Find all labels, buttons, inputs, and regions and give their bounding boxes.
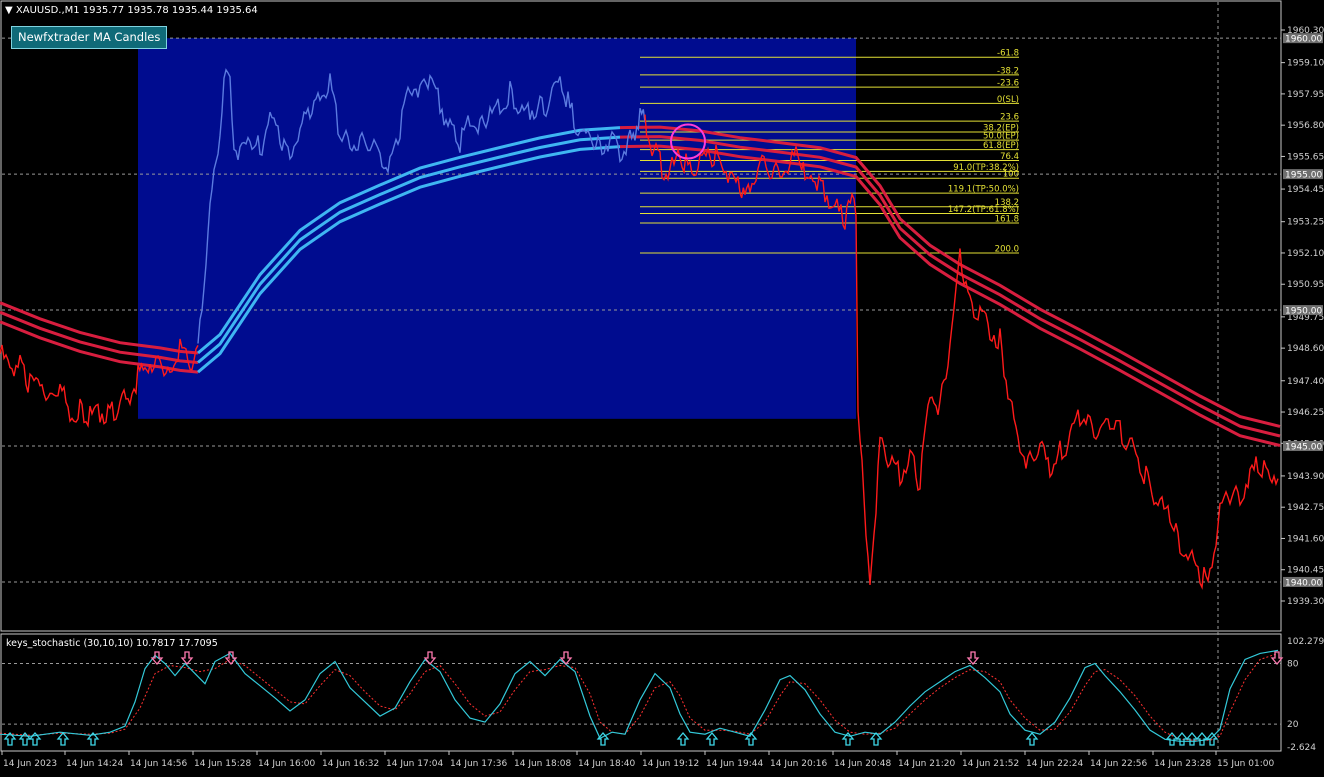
fib-level-label: 100 xyxy=(1003,170,1019,180)
time-axis-label: 14 Jun 19:12 xyxy=(642,759,699,769)
price-axis-label: 1952.10 xyxy=(1287,249,1324,259)
price-marker-label: 1955.00 xyxy=(1285,171,1322,181)
range-box xyxy=(138,38,856,419)
stoch-axis-label: 80 xyxy=(1287,660,1299,670)
price-axis-label: 1953.25 xyxy=(1287,218,1324,228)
stoch-axis-label: 102.2793 xyxy=(1287,637,1324,647)
stoch-sell-arrow xyxy=(180,651,194,666)
time-axis-label: 14 Jun 16:32 xyxy=(322,759,379,769)
time-axis: 14 Jun 2023 14 Jun 14:24 14 Jun 14:56 14 Ju… xyxy=(1,751,1274,769)
price-axis-label: 1948.60 xyxy=(1287,344,1324,354)
stoch-sell-arrow xyxy=(150,651,164,666)
time-axis-label: 14 Jun 20:48 xyxy=(834,759,891,769)
stoch-buy-arrow xyxy=(705,731,719,746)
time-axis-label: 14 Jun 21:52 xyxy=(962,759,1019,769)
price-marker-label: 1940.00 xyxy=(1285,578,1322,588)
price-axis-label: 1943.90 xyxy=(1287,472,1324,482)
fib-level-label: 119.1(TP:50.0%) xyxy=(948,185,1019,195)
time-axis-label: 14 Jun 2023 xyxy=(3,759,57,769)
stoch-buy-arrow xyxy=(56,731,70,746)
stochastic-panel: 102.2793 80 20 -2.624 xyxy=(0,637,1324,753)
stoch-axis-label: 20 xyxy=(1287,720,1299,730)
price-axis-label: 1959.10 xyxy=(1287,59,1324,69)
subwindow-title: keys_stochastic (30,10,10) 10.7817 17.70… xyxy=(6,638,218,649)
price-axis-label: 1942.75 xyxy=(1287,503,1324,513)
price-marker-label: 1950.00 xyxy=(1285,307,1322,317)
price-axis-label: 1956.80 xyxy=(1287,121,1324,131)
chart-menu-icon[interactable]: ▼ xyxy=(5,5,13,16)
fib-level-label: -23.6 xyxy=(997,79,1019,89)
time-axis-label: 14 Jun 15:28 xyxy=(194,759,251,769)
time-axis-label: 14 Jun 20:16 xyxy=(770,759,827,769)
time-axis-label: 14 Jun 18:40 xyxy=(578,759,635,769)
time-axis-label: 14 Jun 14:24 xyxy=(66,759,123,769)
price-marker-label: 1945.00 xyxy=(1285,443,1322,453)
stoch-sell-arrow xyxy=(966,651,980,666)
time-axis-label: 14 Jun 14:56 xyxy=(130,759,187,769)
stoch-axis-label: -2.624 xyxy=(1287,743,1316,753)
fib-level-label: -38.2 xyxy=(997,66,1019,76)
fib-level-label: -61.8 xyxy=(997,49,1019,59)
price-axis-label: 1940.45 xyxy=(1287,566,1324,576)
time-axis-label: 14 Jun 21:20 xyxy=(898,759,955,769)
price-chart[interactable]: -61.8-38.2-23.60(SL)23.638.2(EP)50.0(EP)… xyxy=(0,0,1324,773)
fib-level-label: 0(SL) xyxy=(997,95,1019,105)
chart-header: ▼ XAUUSD.,M1 1935.77 1935.78 1935.44 193… xyxy=(5,5,258,16)
time-axis-label: 14 Jun 17:36 xyxy=(450,759,507,769)
price-axis-label: 1950.95 xyxy=(1287,280,1324,290)
stoch-main-line xyxy=(0,649,1279,742)
stoch-sell-arrow xyxy=(423,651,437,666)
fib-level-label: 50.0(EP) xyxy=(983,132,1019,142)
time-axis-label: 14 Jun 22:24 xyxy=(1026,759,1083,769)
time-axis-label: 14 Jun 18:08 xyxy=(514,759,571,769)
price-axis: 1960.301959.101957.951956.801955.651954.… xyxy=(1281,26,1324,607)
stoch-buy-arrow xyxy=(1185,731,1199,746)
chart-title: XAUUSD.,M1 1935.77 1935.78 1935.44 1935.… xyxy=(15,5,258,16)
time-axis-label: 14 Jun 19:44 xyxy=(706,759,763,769)
fib-level-label: 147.2(TP:61.8%) xyxy=(948,205,1019,215)
fib-level-label: 200.0 xyxy=(995,244,1019,254)
stoch-buy-arrow xyxy=(869,731,883,746)
time-axis-label: 14 Jun 16:00 xyxy=(258,759,315,769)
price-axis-label: 1954.45 xyxy=(1287,185,1324,195)
fib-level-label: 61.8(EP) xyxy=(983,141,1019,151)
fib-level-label: 161.8 xyxy=(995,215,1019,225)
stoch-buy-arrow xyxy=(1175,731,1189,746)
price-axis-label: 1955.65 xyxy=(1287,152,1324,162)
price-axis-label: 1941.60 xyxy=(1287,534,1324,544)
price-marker-label: 1960.00 xyxy=(1285,35,1322,45)
indicator-button[interactable]: Newfxtrader MA Candles xyxy=(11,26,168,49)
fib-level-label: 76.4 xyxy=(1000,152,1019,162)
price-axis-label: 1947.40 xyxy=(1287,377,1324,387)
stoch-buy-arrow xyxy=(676,731,690,746)
sub-plot-frame xyxy=(0,633,1282,752)
price-axis-label: 1946.25 xyxy=(1287,408,1324,418)
stoch-buy-arrow xyxy=(1165,731,1179,746)
price-axis-label: 1939.30 xyxy=(1287,597,1324,607)
time-axis-label: 14 Jun 17:04 xyxy=(386,759,443,769)
time-axis-label: 15 Jun 01:00 xyxy=(1217,759,1274,769)
chart-window[interactable]: -61.8 -38.2 -23.6 0(SL) 23.6 38.2(EP) 50.0(EP)… xyxy=(0,0,1324,773)
stoch-buy-arrow xyxy=(1195,731,1209,746)
stoch-buy-arrow xyxy=(1025,731,1039,746)
price-axis-label: 1957.95 xyxy=(1287,90,1324,100)
fib-level-label: 23.6 xyxy=(1000,113,1019,123)
time-axis-label: 14 Jun 23:28 xyxy=(1154,759,1211,769)
time-axis-label: 14 Jun 22:56 xyxy=(1090,759,1147,769)
